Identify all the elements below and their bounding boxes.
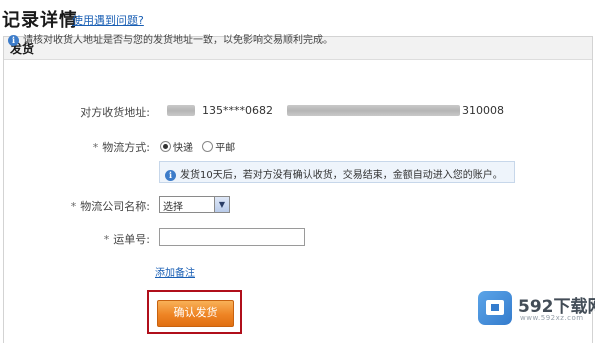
- phone-number: 135****0682: [202, 104, 273, 117]
- tracking-label: * 运单号:: [103, 233, 150, 246]
- tip-text: i 发货10天后，若对方没有确认收货，交易结束，金额自动进入您的账户。: [165, 166, 503, 181]
- radio-express-label[interactable]: 快递: [173, 143, 193, 154]
- notice-text: 请核对收货人地址是否与您的发货地址一致，以免影响交易顺利完成。: [23, 35, 333, 46]
- info-icon: i: [165, 169, 176, 181]
- page-title: 记录详情: [2, 10, 78, 31]
- required-mark: *: [92, 141, 99, 154]
- company-label: * 物流公司名称:: [70, 200, 150, 213]
- confirm-shipment-button[interactable]: 确认发货: [157, 300, 234, 327]
- watermark: 592下载网 www.592xz.com: [478, 287, 595, 329]
- redacted-address: [287, 105, 460, 116]
- info-icon: i: [8, 34, 19, 46]
- postcode: 310008: [462, 104, 504, 117]
- logistics-radio-group: 快递 平邮: [160, 139, 241, 154]
- radio-surface-mail[interactable]: [202, 141, 214, 152]
- logistics-label: * 物流方式:: [92, 141, 150, 154]
- watermark-logo: [478, 291, 512, 325]
- add-note-link[interactable]: 添加备注: [155, 264, 195, 279]
- company-select-value: 选择: [163, 202, 183, 213]
- chevron-down-icon[interactable]: ▼: [214, 197, 229, 212]
- tracking-number-input[interactable]: [159, 228, 305, 246]
- confirm-highlight: 确认发货: [147, 290, 242, 334]
- box-icon: [486, 300, 504, 315]
- company-select[interactable]: 选择 ▼: [159, 196, 230, 213]
- title-bar: 记录详情 使用遇到问题?: [0, 0, 595, 34]
- redacted-name: [167, 105, 195, 116]
- required-mark: *: [70, 200, 77, 213]
- required-mark: *: [103, 233, 110, 246]
- help-link[interactable]: 使用遇到问题?: [72, 12, 144, 28]
- radio-express[interactable]: [160, 141, 171, 152]
- delivery-tip: i 发货10天后，若对方没有确认收货，交易结束，金额自动进入您的账户。: [159, 161, 515, 183]
- watermark-domain: www.592xz.com: [520, 314, 584, 322]
- address-label: 对方收货地址:: [80, 106, 150, 119]
- address-notice: i 请核对收货人地址是否与您的发货地址一致，以免影响交易顺利完成。: [8, 31, 333, 46]
- radio-surface-mail-label[interactable]: 平邮: [215, 143, 235, 154]
